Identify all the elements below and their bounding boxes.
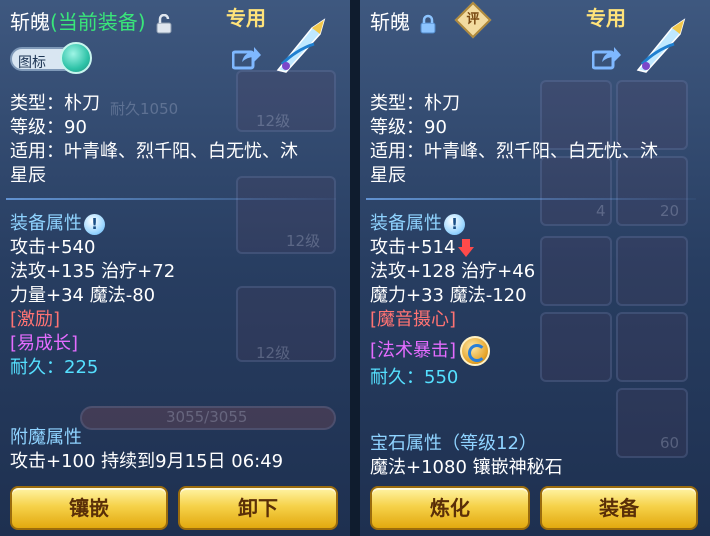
refresh-icon[interactable] xyxy=(460,336,491,366)
weapon-icon xyxy=(276,18,326,73)
item-type: 类型：朴刀 xyxy=(10,93,100,114)
gem-header: 宝石属性（等级12） xyxy=(370,433,537,454)
evaluate-label: 评 xyxy=(466,12,480,27)
background-hint: 60 xyxy=(660,434,680,452)
background-slot xyxy=(616,236,688,306)
info-icon[interactable]: ! xyxy=(444,213,465,235)
item-type: 类型：朴刀 xyxy=(370,93,460,114)
current-equipped-label: (当前装备) xyxy=(50,10,146,34)
current-equipment-panel: 耐久1050 12级 12级 12级 3055/3055 斩魄(当前装备) 专用… xyxy=(0,0,350,536)
item-name: 斩魄 xyxy=(10,10,50,34)
attack-stat: 攻击+514 xyxy=(370,237,456,258)
background-hint: 4 xyxy=(596,202,606,220)
enchant-header: 附魔属性 xyxy=(10,427,82,448)
attack-stat: 攻击+540 xyxy=(10,237,96,258)
background-slot xyxy=(540,236,612,306)
inlay-button[interactable]: 镶嵌 xyxy=(10,486,168,530)
background-hint: 3055/3055 xyxy=(166,408,248,426)
durability-value: 225 xyxy=(64,357,99,378)
item-details: 类型：朴刀 等级：90 适用：叶青峰、烈千阳、白无忧、沐 星辰 xyxy=(370,92,658,188)
special-effect: [易成长] xyxy=(10,333,79,354)
background-hint: 12级 xyxy=(256,344,291,362)
toggle-label: 图标 xyxy=(18,55,46,71)
lock-open-icon[interactable] xyxy=(156,13,172,34)
item-applicable: 适用：叶青峰、烈千阳、白无忧、沐 xyxy=(370,141,658,162)
lock-closed-icon[interactable] xyxy=(420,14,436,34)
evaluate-badge[interactable]: 评 xyxy=(454,1,492,39)
special-effect: [魔音摄心] xyxy=(370,309,457,330)
item-applicable: 适用：叶青峰、烈千阳、白无忧、沐 xyxy=(10,141,298,162)
item-title: 斩魄 xyxy=(370,6,436,35)
durability-label: 耐久： xyxy=(370,367,424,388)
enchant-line: 攻击+100 持续到9月15日 06:49 xyxy=(10,451,284,472)
equip-attributes: 装备属性! 攻击+514 法攻+128 治疗+46 魔力+33 魔法-120 [… xyxy=(370,212,535,390)
toggle-knob[interactable] xyxy=(60,42,92,74)
section-divider xyxy=(6,198,336,200)
durability-value: 550 xyxy=(424,367,459,388)
panel-divider xyxy=(350,0,360,536)
exclusive-tag: 专用 xyxy=(586,6,626,30)
unequip-button[interactable]: 卸下 xyxy=(178,486,338,530)
info-icon[interactable]: ! xyxy=(84,213,105,235)
item-level: 等级：90 xyxy=(10,117,87,138)
strength-mana-stat: 力量+34 魔法-80 xyxy=(10,285,156,306)
down-arrow-icon xyxy=(458,239,475,257)
share-icon[interactable] xyxy=(232,46,262,70)
equip-attr-header: 装备属性 xyxy=(370,213,442,234)
item-name: 斩魄 xyxy=(370,10,410,34)
section-divider xyxy=(366,198,696,200)
exclusive-tag: 专用 xyxy=(226,6,266,30)
gem-attributes: 宝石属性（等级12） 魔法+1080 镶嵌神秘石 xyxy=(370,432,563,480)
equip-button[interactable]: 装备 xyxy=(540,486,698,530)
magic-heal-stat: 法攻+128 治疗+46 xyxy=(370,261,536,282)
gem-line: 魔法+1080 镶嵌神秘石 xyxy=(370,457,563,478)
item-applicable-cont: 星辰 xyxy=(10,165,46,186)
icon-toggle[interactable]: 图标 xyxy=(10,42,92,74)
weapon-icon xyxy=(636,18,686,73)
special-effect: [激励] xyxy=(10,309,61,330)
power-mana-stat: 魔力+33 魔法-120 xyxy=(370,285,527,306)
background-hint: 12级 xyxy=(286,232,321,250)
equip-attributes: 装备属性! 攻击+540 法攻+135 治疗+72 力量+34 魔法-80 [激… xyxy=(10,212,175,380)
compare-equipment-panel: 4 20 60 斩魄 评 专用 类型：朴刀 等级：90 适用：叶青峰、烈千阳、白… xyxy=(360,0,710,536)
item-title: 斩魄(当前装备) xyxy=(10,6,172,35)
background-slot xyxy=(616,312,688,382)
enchant-attributes: 附魔属性 攻击+100 持续到9月15日 06:49 xyxy=(10,426,283,474)
magic-heal-stat: 法攻+135 治疗+72 xyxy=(10,261,176,282)
equip-attr-header: 装备属性 xyxy=(10,213,82,234)
special-effect: [法术暴击] xyxy=(370,340,457,361)
item-level: 等级：90 xyxy=(370,117,447,138)
refine-button[interactable]: 炼化 xyxy=(370,486,530,530)
share-icon[interactable] xyxy=(592,46,622,70)
item-details: 类型：朴刀 等级：90 适用：叶青峰、烈千阳、白无忧、沐 星辰 xyxy=(10,92,298,188)
background-hint: 20 xyxy=(660,202,680,220)
background-slot xyxy=(540,312,612,382)
durability-label: 耐久： xyxy=(10,357,64,378)
item-applicable-cont: 星辰 xyxy=(370,165,406,186)
